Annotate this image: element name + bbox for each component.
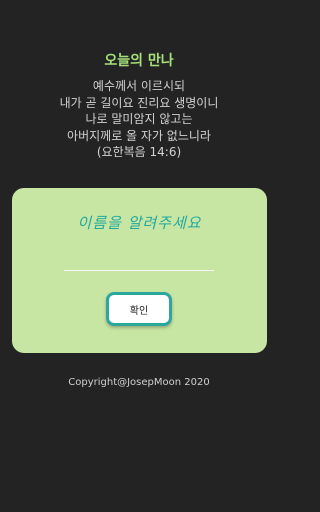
verse-line: 아버지께로 올 자가 없느니라: [67, 128, 211, 143]
verse-line: 내가 곧 길이요 진리요 생명이니: [59, 95, 219, 110]
copyright-text: Copyright@JosepMoon 2020: [68, 377, 210, 388]
confirm-button[interactable]: 확인: [106, 292, 172, 326]
page-title: 오늘의 만나: [104, 53, 174, 69]
verse-reference: (요한복음 14:6): [96, 145, 182, 159]
verse-line: 나로 말미암지 않고는: [85, 112, 193, 126]
daily-verse: 예수께서 이르시되 내가 곧 길이요 진리요 생명이니 나로 말미암지 않고는 …: [0, 78, 278, 161]
verse-line: 예수께서 이르시되: [92, 79, 186, 93]
name-prompt: 이름을 알려주세요: [77, 214, 202, 232]
name-input[interactable]: [64, 250, 214, 271]
name-card: 이름을 알려주세요 확인: [12, 188, 267, 353]
